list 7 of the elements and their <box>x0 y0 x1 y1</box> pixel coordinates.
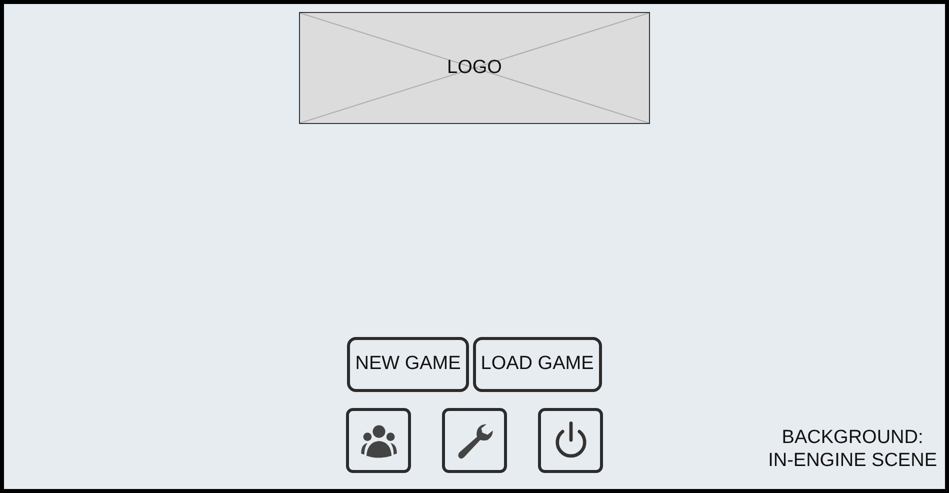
icon-button[interactable] <box>538 408 603 473</box>
icon-button[interactable] <box>346 408 411 473</box>
icon-button[interactable] <box>442 408 507 473</box>
logo-text: LOGO <box>447 56 502 80</box>
menu-button[interactable]: NEW GAME <box>347 337 469 392</box>
menu-button[interactable]: LOAD GAME <box>472 337 602 392</box>
note-text: BACKGROUND: IN-ENGINE SCENE <box>768 427 937 473</box>
